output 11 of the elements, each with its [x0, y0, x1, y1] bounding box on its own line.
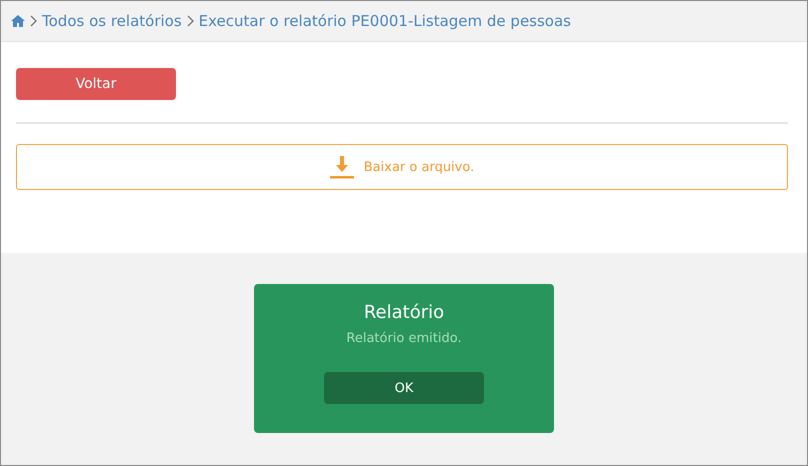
back-button[interactable]: Voltar — [16, 68, 176, 100]
download-button[interactable]: Baixar o arquivo. — [16, 144, 788, 190]
chevron-icon — [30, 15, 37, 27]
ok-button[interactable]: OK — [324, 372, 484, 404]
chevron-icon — [186, 15, 194, 27]
breadcrumb-link[interactable]: Todos os relatórios — [42, 12, 182, 30]
home-icon[interactable] — [11, 15, 25, 27]
dialog-title: Relatório — [364, 302, 444, 323]
breadcrumb-link[interactable]: Executar o relatório PE0001-Listagem de pessoas — [198, 12, 571, 30]
download-icon — [330, 155, 354, 179]
dialog-message: Relatório emitido. — [346, 331, 462, 346]
